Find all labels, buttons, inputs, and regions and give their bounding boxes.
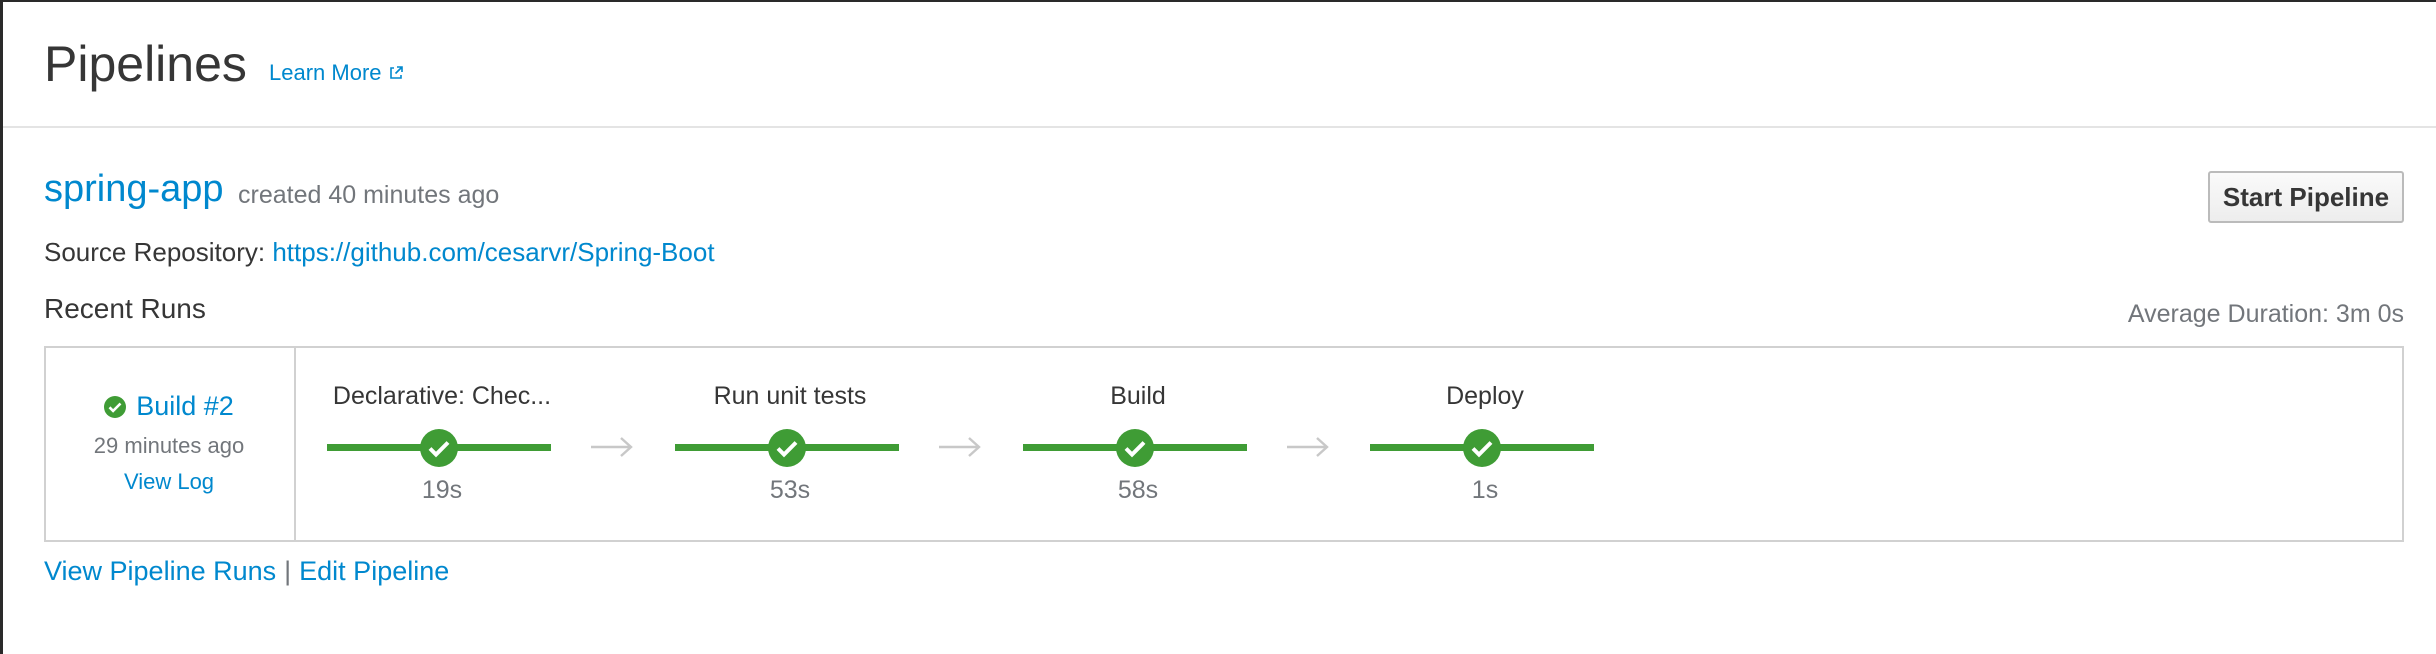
learn-more-label: Learn More [269,60,382,85]
build-time: 29 minutes ago [93,433,245,458]
page-header: Pipelines Learn More [3,2,2436,128]
view-pipeline-runs-link[interactable]: View Pipeline Runs [44,556,276,586]
average-duration: Average Duration: 3m 0s [2127,300,2404,328]
pipeline-footer-links: View Pipeline Runs | Edit Pipeline [44,556,449,587]
pipeline-stage[interactable]: Declarative: Chec... 19s [327,348,557,540]
stage-duration: 53s [769,476,811,504]
stage-name: Deploy [1446,382,1524,410]
edit-pipeline-link[interactable]: Edit Pipeline [299,556,449,586]
stage-duration: 1s [1471,476,1499,504]
view-log-link[interactable]: View Log [46,469,292,495]
check-circle-icon [420,429,458,467]
arrow-right-icon [591,437,633,457]
pipeline-stage[interactable]: Run unit tests 53s [675,348,905,540]
stage-name: Build [1110,382,1166,410]
arrow-right-icon [1287,437,1329,457]
check-circle-icon [104,395,127,418]
stage-name: Run unit tests [713,382,867,410]
build-summary: Build #2 29 minutes ago View Log [46,348,296,540]
check-circle-icon [768,429,806,467]
check-circle-icon [1116,429,1154,467]
pipeline-created-time: created 40 minutes ago [238,181,500,209]
start-pipeline-button[interactable]: Start Pipeline [2208,171,2404,223]
stage-name: Declarative: Chec... [332,382,552,410]
source-repository-link[interactable]: https://github.com/cesarvr/Spring-Boot [272,237,714,267]
pipeline-name-link[interactable]: spring-app [44,168,224,211]
source-repository: Source Repository: https://github.com/ce… [44,237,715,268]
build-number: Build #2 [136,391,234,421]
link-separator: | [284,556,292,586]
pipeline-stage[interactable]: Build 58s [1023,348,1253,540]
stage-duration: 58s [1117,476,1159,504]
recent-runs-panel: Build #2 29 minutes ago View Log Declara… [44,346,2404,542]
arrow-right-icon [939,437,981,457]
stage-duration: 19s [421,476,463,504]
recent-runs-heading: Recent Runs [44,293,206,324]
source-repository-label: Source Repository: [44,237,266,267]
page-title: Pipelines [44,36,247,92]
pipeline-stage[interactable]: Deploy 1s [1370,348,1600,540]
learn-more-link[interactable]: Learn More [269,60,404,86]
build-link[interactable]: Build #2 [46,391,292,422]
check-circle-icon [1463,429,1501,467]
external-link-icon [389,66,403,79]
